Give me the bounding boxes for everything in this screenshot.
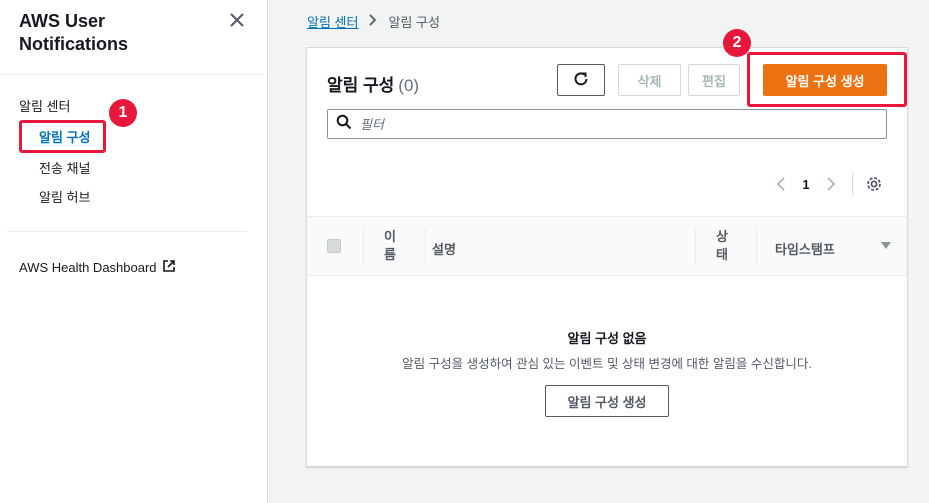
panel-title-count: (0) bbox=[398, 76, 420, 95]
pagination: 1 bbox=[770, 172, 885, 196]
column-header-description[interactable]: 설명 bbox=[432, 239, 456, 258]
column-header-status-line1: 상 bbox=[716, 229, 728, 244]
panel-title-text: 알림 구성 bbox=[327, 76, 395, 95]
service-title-line2: Notifications bbox=[19, 34, 129, 54]
panel-title: 알림 구성 (0) bbox=[327, 71, 419, 96]
column-header-name-line2: 름 bbox=[384, 247, 396, 262]
delete-button[interactable]: 삭제 bbox=[618, 64, 681, 96]
empty-state-title: 알림 구성 없음 bbox=[567, 331, 647, 346]
divider bbox=[7, 231, 247, 232]
highlight-box-1 bbox=[19, 120, 106, 153]
refresh-button[interactable] bbox=[557, 64, 605, 96]
breadcrumb-current: 알림 구성 bbox=[388, 15, 440, 30]
column-header-status[interactable]: 상 태 bbox=[712, 228, 732, 264]
health-dashboard-label: AWS Health Dashboard bbox=[19, 260, 157, 275]
highlight-box-2 bbox=[747, 52, 907, 107]
select-all-checkbox[interactable] bbox=[327, 239, 341, 253]
filter-search[interactable] bbox=[327, 109, 887, 139]
close-icon[interactable] bbox=[226, 10, 248, 32]
column-divider bbox=[425, 228, 426, 266]
column-header-name[interactable]: 이 름 bbox=[380, 228, 400, 264]
service-title-line1: AWS User bbox=[19, 11, 106, 31]
column-header-timestamp[interactable]: 타임스탬프 bbox=[775, 239, 835, 258]
step-badge-2: 2 bbox=[723, 29, 751, 57]
gear-icon[interactable] bbox=[863, 173, 885, 195]
sort-down-icon[interactable] bbox=[881, 242, 891, 249]
empty-state-create-button[interactable]: 알림 구성 생성 bbox=[545, 385, 669, 417]
notification-configurations-panel: 알림 구성(0) 삭제 편집 알림 구성 생성 2 1 이 름 bbox=[306, 29, 908, 467]
chevron-right-icon[interactable] bbox=[820, 173, 842, 195]
page-number[interactable]: 1 bbox=[792, 177, 820, 192]
chevron-right-icon bbox=[368, 14, 378, 29]
step-badge-1: 1 bbox=[109, 99, 137, 127]
external-link-icon bbox=[162, 259, 176, 276]
edit-button[interactable]: 편집 bbox=[688, 64, 740, 96]
sidebar-item-notification-hubs[interactable]: 알림 허브 bbox=[39, 187, 90, 206]
side-navigation: AWS User Notifications 알림 센터 알림 구성 전송 채널… bbox=[0, 0, 268, 503]
health-dashboard-link[interactable]: AWS Health Dashboard bbox=[19, 259, 176, 276]
breadcrumb-link-notification-center[interactable]: 알림 센터 bbox=[307, 12, 358, 31]
divider bbox=[0, 74, 268, 75]
chevron-left-icon[interactable] bbox=[770, 173, 792, 195]
divider bbox=[852, 173, 853, 195]
column-divider bbox=[363, 228, 364, 266]
column-divider bbox=[695, 228, 696, 266]
sidebar-item-delivery-channels[interactable]: 전송 채널 bbox=[39, 158, 90, 177]
column-header-name-line1: 이 bbox=[384, 229, 396, 244]
empty-state-description: 알림 구성을 생성하여 관심 있는 이벤트 및 상태 변경에 대한 알림을 수신… bbox=[402, 357, 812, 371]
column-divider bbox=[756, 228, 757, 266]
breadcrumb: 알림 센터 알림 구성 bbox=[307, 12, 440, 31]
sidebar-section-notification-center[interactable]: 알림 센터 bbox=[19, 96, 70, 115]
table-header: 이 름 설명 상 태 타임스탬프 bbox=[307, 216, 907, 276]
service-title: AWS User Notifications bbox=[19, 10, 219, 56]
refresh-icon bbox=[572, 70, 590, 91]
column-header-status-line2: 태 bbox=[716, 247, 728, 262]
search-icon bbox=[336, 114, 352, 135]
filter-input[interactable] bbox=[360, 116, 860, 132]
